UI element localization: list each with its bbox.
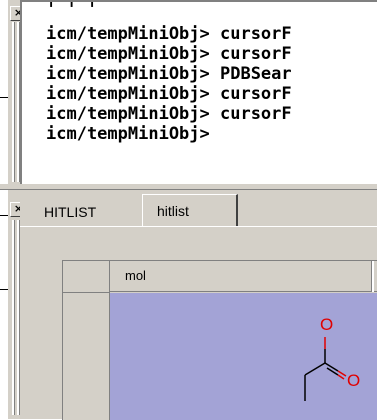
terminal-output[interactable]: | | | icm/tempMiniObj> cursorF icm/tempM…	[20, 0, 377, 188]
terminal-line-5: icm/tempMiniObj> cursorF	[46, 104, 292, 124]
table-corner-header[interactable]	[63, 261, 110, 293]
tab-hitlist-upper[interactable]: HITLIST	[30, 198, 134, 226]
hitlist-panel: HITLIST hitlist mol O O	[20, 190, 377, 420]
molecule-structure: O O	[304, 315, 360, 401]
tab-strip-border	[20, 226, 377, 227]
column-header-mol[interactable]: mol	[110, 261, 377, 292]
hitlist-table: mol O O	[62, 260, 377, 420]
terminal-line-4: icm/tempMiniObj> cursorF	[46, 84, 292, 104]
terminal-line-1: icm/tempMiniObj> cursorF	[46, 24, 292, 44]
terminal-line-2: icm/tempMiniObj> cursorF	[46, 44, 292, 64]
terminal-line-3: icm/tempMiniObj> PDBSear	[46, 64, 292, 84]
oxygen-atom-label-2: O	[347, 371, 360, 390]
terminal-prompt-line[interactable]: icm/tempMiniObj>	[46, 124, 210, 144]
terminal-scroll-remnant: | | |	[46, 2, 97, 8]
column-header-mol-label: mol	[125, 268, 146, 283]
oxygen-atom-label-1: O	[320, 315, 333, 334]
row-header[interactable]	[63, 293, 110, 420]
molecule-cell[interactable]: O O	[110, 293, 377, 420]
tab-hitlist-lower[interactable]: hitlist	[142, 194, 238, 227]
